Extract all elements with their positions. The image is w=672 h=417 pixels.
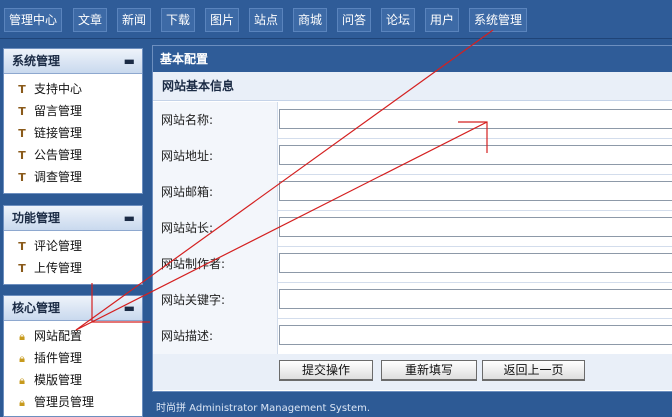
sidebar-item-survey-management[interactable]: T 调查管理: [4, 166, 142, 188]
button-bar: 提交操作 重新填写 返回上一页: [153, 354, 672, 390]
wrench-icon: T: [18, 105, 26, 118]
site-url-field[interactable]: [279, 145, 672, 165]
sidebar-item-support-center[interactable]: T 支持中心: [4, 78, 142, 100]
sidebar-item-label: 链接管理: [34, 126, 83, 140]
page-title: 基本配置: [153, 46, 672, 72]
sidebar-item-label: 留言管理: [34, 104, 83, 118]
nav-item-users[interactable]: 用户: [425, 8, 460, 32]
form-row-site-author: 网站制作者:: [153, 246, 672, 283]
sidebar-item-link-management[interactable]: T 链接管理: [4, 122, 142, 144]
field-label: 网站地址:: [153, 138, 278, 174]
nav-item-mall[interactable]: 商城: [293, 8, 328, 32]
lock-icon: 🔒︎: [19, 330, 25, 343]
sidebar-item-upload-management[interactable]: T 上传管理: [4, 257, 142, 279]
nav-item-sites[interactable]: 站点: [249, 8, 284, 32]
sidebar-item-label: 网站配置: [34, 329, 83, 343]
field-label: 网站邮箱:: [153, 174, 278, 210]
site-email-field[interactable]: [279, 181, 672, 201]
wrench-icon: T: [18, 262, 26, 275]
site-description-field[interactable]: [279, 325, 672, 345]
panel-header-core[interactable]: 核心管理 ▬: [4, 296, 142, 321]
form-row-site-name: 网站名称:: [153, 102, 672, 139]
field-label: 网站描述:: [153, 318, 278, 354]
lock-icon: 🔒︎: [19, 396, 25, 409]
form-row-site-admin: 网站站长:: [153, 210, 672, 247]
form-row-site-email: 网站邮箱:: [153, 174, 672, 211]
nav-item-system-management[interactable]: 系统管理: [469, 8, 528, 32]
nav-item-downloads[interactable]: 下载: [161, 8, 196, 32]
panel-title: 核心管理: [12, 301, 61, 315]
sidebar-item-label: 模版管理: [34, 373, 83, 387]
collapse-icon[interactable]: ▬: [124, 49, 135, 73]
sidebar-item-site-config[interactable]: 🔒︎ 网站配置: [4, 325, 142, 347]
form-row-site-url: 网站地址:: [153, 138, 672, 175]
panel-header-function[interactable]: 功能管理 ▬: [4, 206, 142, 231]
field-label: 网站站长:: [153, 210, 278, 246]
lock-icon: 🔒︎: [19, 374, 25, 387]
wrench-icon: T: [18, 127, 26, 140]
site-author-field[interactable]: [279, 253, 672, 273]
site-name-field[interactable]: [279, 109, 672, 129]
form-row-site-description: 网站描述:: [153, 318, 672, 355]
nav-item-forum[interactable]: 论坛: [381, 8, 416, 32]
sidebar-item-announcement-management[interactable]: T 公告管理: [4, 144, 142, 166]
section-title: 网站基本信息: [153, 72, 672, 101]
back-button[interactable]: 返回上一页: [482, 360, 585, 381]
nav-item-images[interactable]: 图片: [205, 8, 240, 32]
wrench-icon: T: [18, 149, 26, 162]
nav-item-qa[interactable]: 问答: [337, 8, 372, 32]
sidebar-panel-system: 系统管理 ▬ T 支持中心 T 留言管理 T 链接管理 T 公告管理 T 调查管理: [3, 48, 143, 194]
sidebar-item-label: 支持中心: [34, 82, 83, 96]
footer-text: 时尚拼 Administrator Management System.: [156, 403, 371, 414]
collapse-icon[interactable]: ▬: [124, 296, 135, 320]
sidebar-item-admin-management[interactable]: 🔒︎ 管理员管理: [4, 391, 142, 413]
sidebar-item-plugin-management[interactable]: 🔒︎ 插件管理: [4, 347, 142, 369]
sidebar-item-label: 插件管理: [34, 351, 83, 365]
sidebar-item-label: 公告管理: [34, 148, 83, 162]
sidebar-item-comment-management[interactable]: T 评论管理: [4, 235, 142, 257]
site-keywords-field[interactable]: [279, 289, 672, 309]
sidebar-panel-core: 核心管理 ▬ 🔒︎ 网站配置 🔒︎ 插件管理 🔒︎ 模版管理 🔒︎ 管理员管理: [3, 295, 143, 417]
form-row-site-keywords: 网站关键字:: [153, 282, 672, 319]
nav-item-articles[interactable]: 文章: [73, 8, 108, 32]
top-navigation-bar: 管理中心 文章 新闻 下载 图片 站点 商城 问答 论坛 用户 系统管理: [0, 0, 672, 39]
submit-button[interactable]: 提交操作: [279, 360, 373, 381]
wrench-icon: T: [18, 171, 26, 184]
field-label: 网站制作者:: [153, 246, 278, 282]
sidebar-item-label: 评论管理: [34, 239, 83, 253]
lock-icon: 🔒︎: [19, 352, 25, 365]
wrench-icon: T: [18, 83, 26, 96]
field-label: 网站名称:: [153, 102, 278, 138]
wrench-icon: T: [18, 240, 26, 253]
panel-title: 功能管理: [12, 211, 61, 225]
panel-header-system[interactable]: 系统管理 ▬: [4, 49, 142, 74]
sidebar-item-label: 上传管理: [34, 261, 83, 275]
sidebar-item-message-management[interactable]: T 留言管理: [4, 100, 142, 122]
nav-item-news[interactable]: 新闻: [117, 8, 152, 32]
reset-button[interactable]: 重新填写: [381, 360, 477, 381]
sidebar-item-label: 调查管理: [34, 170, 83, 184]
sidebar-item-template-management[interactable]: 🔒︎ 模版管理: [4, 369, 142, 391]
sidebar-panel-function: 功能管理 ▬ T 评论管理 T 上传管理: [3, 205, 143, 285]
sidebar-item-label: 管理员管理: [34, 395, 95, 409]
main-config-panel: 基本配置 网站基本信息 网站名称: 网站地址: 网站邮箱: 网站站长: 网站制作…: [152, 45, 672, 392]
nav-item-admin-center[interactable]: 管理中心: [4, 8, 63, 32]
panel-title: 系统管理: [12, 54, 61, 68]
site-admin-field[interactable]: [279, 217, 672, 237]
field-label: 网站关键字:: [153, 282, 278, 318]
collapse-icon[interactable]: ▬: [124, 206, 135, 230]
